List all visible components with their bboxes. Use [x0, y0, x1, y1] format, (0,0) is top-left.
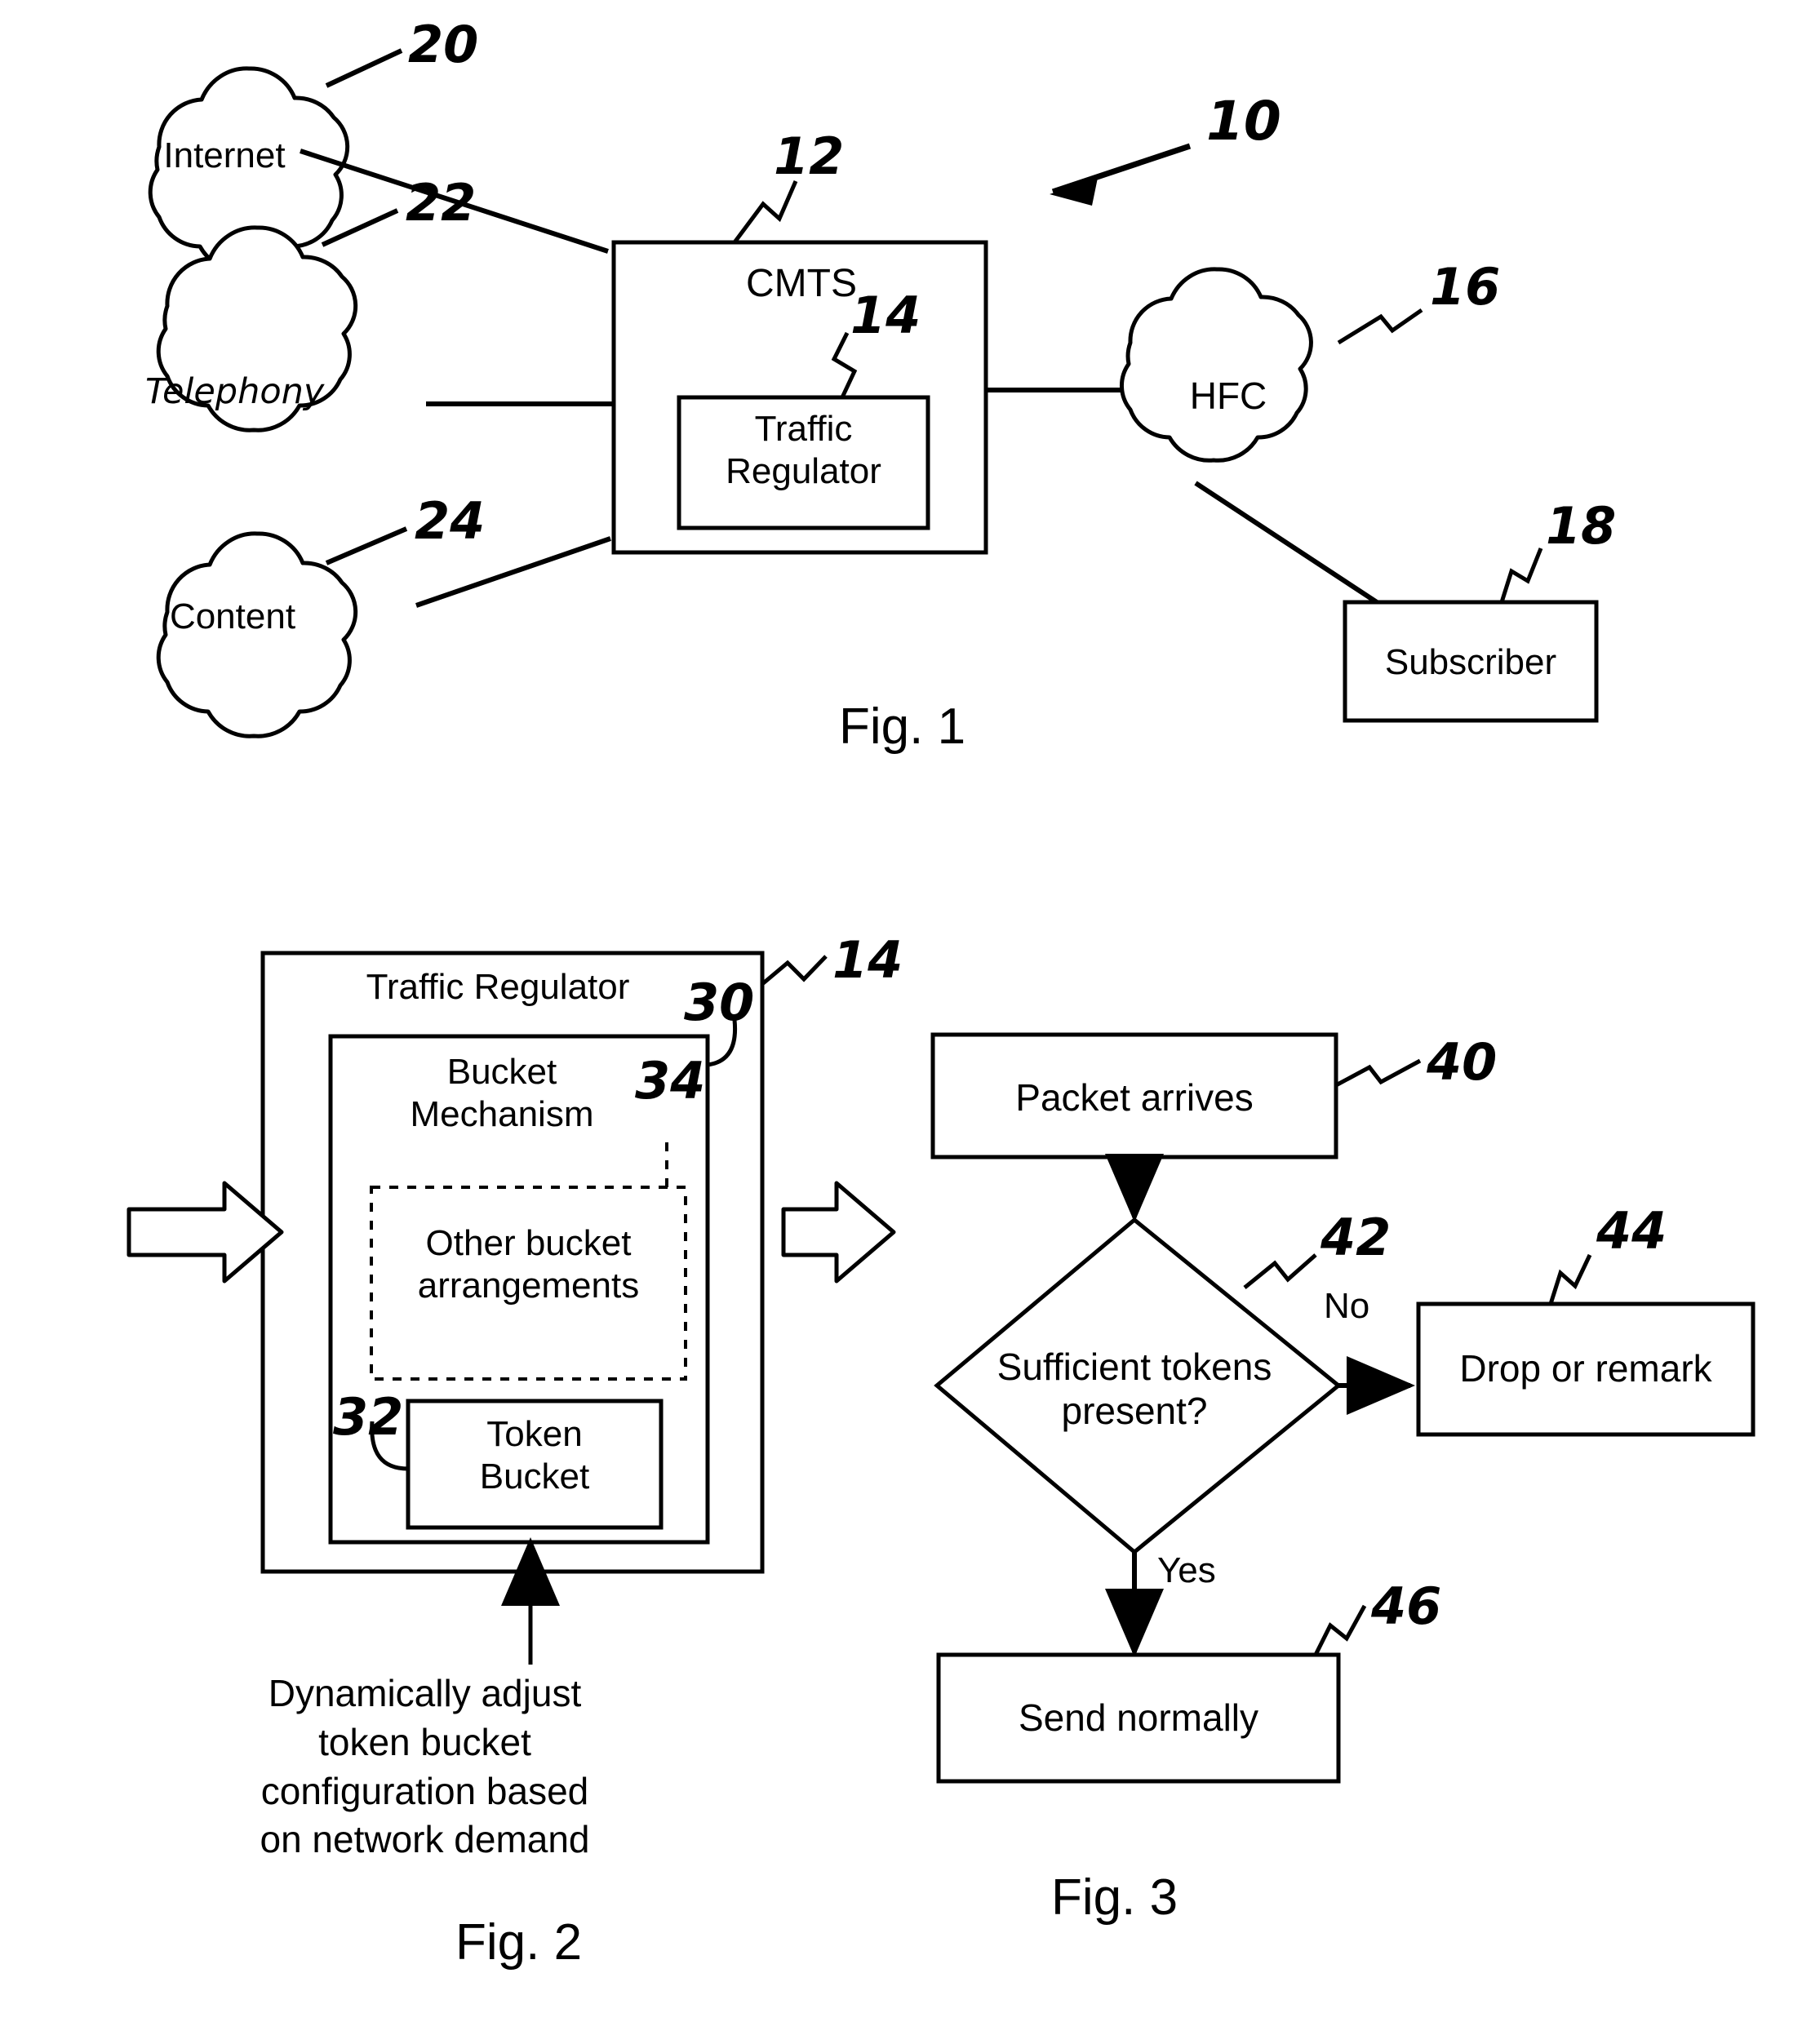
subscriber-label: Subscriber	[1384, 642, 1557, 682]
fig2-caption: Fig. 2	[455, 1914, 583, 1971]
ref-14: 14	[850, 286, 921, 345]
fig2-annotation: Dynamically adjust token bucket configur…	[260, 1672, 590, 1861]
token-bucket-label: Token Bucket	[479, 1414, 590, 1496]
ref-34: 34	[635, 1051, 706, 1111]
lead-line-24	[325, 526, 408, 565]
internet-label: Internet	[163, 135, 286, 175]
ref-46: 46	[1371, 1576, 1442, 1636]
packet-arrives-label: Packet arrives	[1015, 1076, 1254, 1119]
lead-line-46	[1313, 1604, 1367, 1656]
drop-or-remark-label: Drop or remark	[1459, 1347, 1712, 1390]
other-bucket-arrangements-label: Other bucket arrangements	[417, 1223, 640, 1306]
hfc-cloud-shape	[1119, 267, 1313, 463]
lead-line-20	[325, 48, 403, 88]
fig2-input-block-arrow	[127, 1181, 284, 1284]
ref-16: 16	[1430, 257, 1501, 317]
fig2-lead-line-14	[761, 955, 828, 986]
ref-18: 18	[1546, 496, 1617, 556]
ref-10: 10	[1206, 90, 1281, 153]
ref-22: 22	[406, 173, 477, 233]
content-label: Content	[169, 596, 296, 636]
lead-line-40	[1334, 1058, 1422, 1088]
lead-line-18	[1499, 548, 1543, 603]
lead-line-42	[1243, 1253, 1317, 1289]
hfc-label: HFC	[1189, 375, 1267, 417]
ref-12: 12	[774, 126, 845, 186]
fig2-ref-14: 14	[832, 930, 903, 990]
ref-24: 24	[415, 491, 486, 551]
lead-line-12	[732, 180, 798, 244]
fig3-caption: Fig. 3	[1051, 1869, 1178, 1926]
lead-line-16	[1337, 308, 1423, 345]
ref-32: 32	[333, 1387, 404, 1447]
edge-label-no: No	[1324, 1286, 1370, 1326]
traffic-regulator-label: Traffic Regulator	[726, 409, 881, 491]
bucket-mechanism-label: Bucket Mechanism	[410, 1052, 594, 1134]
ref-44: 44	[1596, 1201, 1667, 1261]
fig1-caption: Fig. 1	[839, 698, 966, 755]
ref-40: 40	[1427, 1032, 1498, 1092]
fig2-output-block-arrow	[781, 1181, 896, 1284]
edge-label-yes: Yes	[1157, 1550, 1216, 1590]
ref-30: 30	[684, 973, 755, 1032]
ref-42: 42	[1321, 1208, 1392, 1267]
patent-drawing-page: Internet 20 Telephony 22 Content 24 CMTS…	[0, 0, 1811, 2044]
send-normally-label: Send normally	[1018, 1696, 1259, 1739]
telephony-label: Telephony	[145, 371, 325, 412]
link-hfc-subscriber	[1194, 481, 1381, 606]
ref-20: 20	[408, 15, 479, 74]
lead-line-44	[1548, 1253, 1592, 1305]
fig2-traffic-regulator-label: Traffic Regulator	[366, 967, 630, 1007]
sufficient-tokens-label: Sufficient tokens present?	[996, 1346, 1272, 1433]
